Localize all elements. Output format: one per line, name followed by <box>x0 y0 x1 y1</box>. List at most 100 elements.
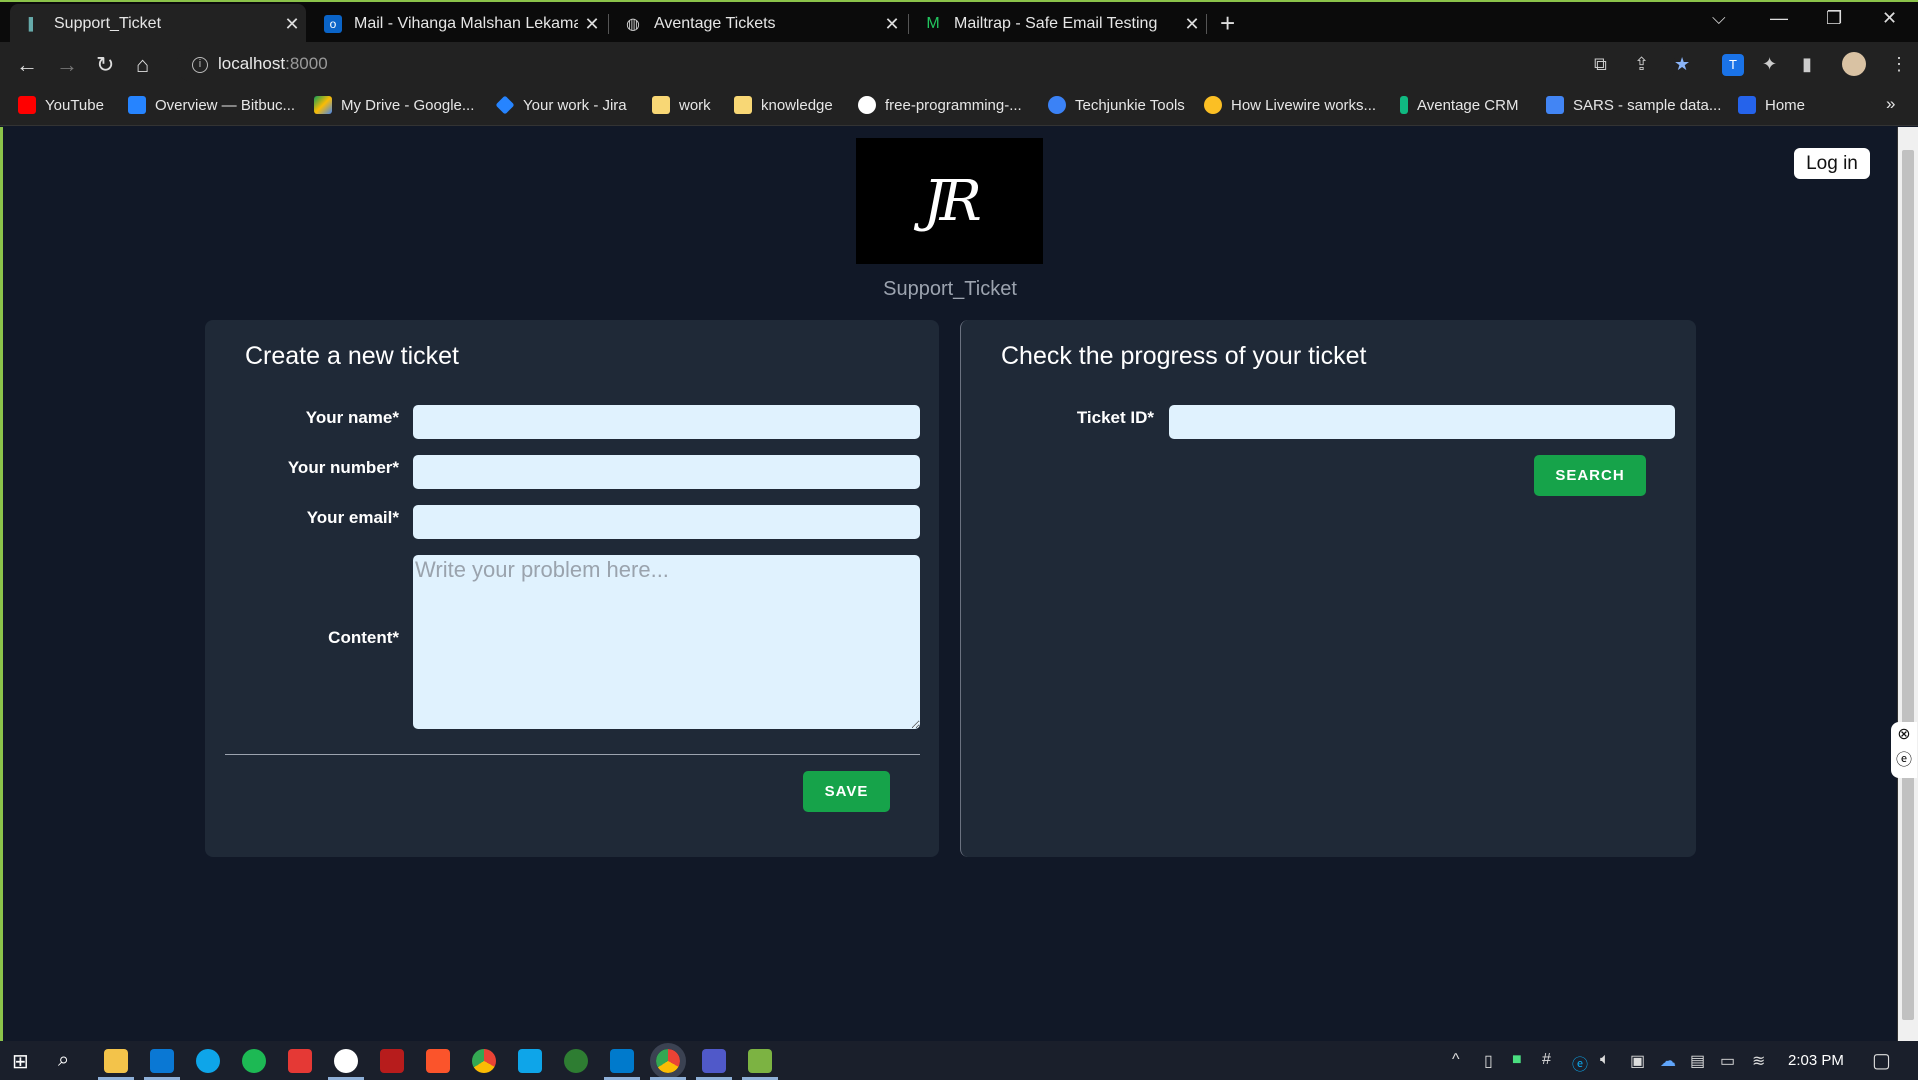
notepad-plus-icon[interactable] <box>748 1049 772 1073</box>
tab-aventage-tickets[interactable]: ◍ Aventage Tickets ✕ <box>610 4 906 44</box>
bookmark-livewire[interactable]: How Livewire works... <box>1204 96 1376 114</box>
extension-translate-icon[interactable]: T <box>1722 54 1744 76</box>
app-blue-icon[interactable] <box>518 1049 542 1073</box>
edge-e-icon[interactable]: ⓔ <box>1891 748 1917 774</box>
ticket-id-label: Ticket ID* <box>1076 408 1154 427</box>
teams-icon[interactable] <box>702 1049 726 1073</box>
display-icon[interactable]: ▤ <box>1690 1051 1705 1071</box>
bookmark-jira[interactable]: Your work - Jira <box>495 95 627 115</box>
tab-mail[interactable]: o Mail - Vihanga Malshan Lekamal ✕ <box>310 4 606 44</box>
bookmark-sars[interactable]: SARS - sample data... <box>1546 96 1721 114</box>
battery-icon[interactable]: ▭ <box>1720 1051 1735 1071</box>
login-button[interactable]: Log in <box>1794 148 1870 179</box>
chrome-active-icon[interactable] <box>650 1043 686 1079</box>
tray-chevron-up-icon[interactable]: ^ <box>1452 1051 1460 1069</box>
tray-app-icon[interactable]: ■ <box>1512 1051 1522 1069</box>
close-icon[interactable]: ✕ <box>578 14 606 35</box>
onedrive-icon[interactable]: ☁ <box>1660 1051 1676 1071</box>
home-icon[interactable]: ⌂ <box>136 52 149 78</box>
edge-tray-icon[interactable]: ⓔ <box>1572 1051 1588 1075</box>
close-circle-icon[interactable]: ⊗ <box>1891 722 1917 748</box>
side-panel-icon[interactable]: ▮ <box>1802 54 1812 75</box>
save-button[interactable]: SAVE <box>803 771 890 812</box>
outlook-icon: o <box>324 15 342 33</box>
wifi-icon[interactable]: ≋ <box>1752 1051 1765 1071</box>
content-textarea[interactable] <box>413 555 920 729</box>
spotify-icon[interactable] <box>242 1049 266 1073</box>
folder-icon <box>652 96 670 114</box>
search-button[interactable]: SEARCH <box>1534 455 1646 496</box>
chrome-icon[interactable] <box>472 1049 496 1073</box>
slack-tray-icon[interactable]: # <box>1542 1051 1551 1069</box>
new-tab-icon[interactable]: + <box>1220 8 1235 39</box>
open-external-icon[interactable]: ⧉ <box>1594 54 1607 75</box>
heidisql-icon[interactable] <box>564 1049 588 1073</box>
volume-icon[interactable]: 🔈︎ <box>1600 1051 1610 1069</box>
vscode-icon[interactable] <box>610 1049 634 1073</box>
youtube-icon <box>18 96 36 114</box>
content-label: Content* <box>328 628 399 647</box>
forward-arrow-icon[interactable]: → <box>56 52 78 78</box>
meet-now-icon[interactable]: ▣ <box>1630 1051 1645 1071</box>
usb-icon[interactable]: ▯ <box>1484 1051 1493 1071</box>
tab-label: Mail - Vihanga Malshan Lekamal <box>354 15 578 32</box>
tab-label: Aventage Tickets <box>654 15 776 32</box>
bookmark-home[interactable]: Home <box>1738 96 1805 114</box>
bookmark-folder-work[interactable]: work <box>652 96 711 114</box>
bookmark-github[interactable]: free-programming-... <box>858 96 1022 114</box>
brave-icon[interactable] <box>426 1049 450 1073</box>
back-arrow-icon[interactable]: ← <box>16 52 38 78</box>
minimize-icon[interactable]: — <box>1770 8 1788 29</box>
close-icon[interactable]: ✕ <box>278 14 306 35</box>
name-input[interactable] <box>413 405 920 439</box>
omnibox[interactable] <box>176 48 1676 82</box>
tab-search-chevron-icon[interactable]: ⌵ <box>1712 8 1726 29</box>
home-bookmark-icon <box>1738 96 1756 114</box>
bookmark-techjunkie[interactable]: Techjunkie Tools <box>1048 96 1185 114</box>
close-icon[interactable]: ✕ <box>1178 14 1206 35</box>
edge-browser-icon[interactable] <box>196 1049 220 1073</box>
ticket-id-input[interactable] <box>1169 405 1675 439</box>
more-bookmarks-icon[interactable]: » <box>1886 94 1895 114</box>
bookmark-aventage-crm[interactable]: Aventage CRM <box>1400 96 1518 114</box>
anydesk-icon[interactable] <box>288 1049 312 1073</box>
number-input[interactable] <box>413 455 920 489</box>
slack-icon[interactable] <box>334 1049 358 1073</box>
bookmark-star-icon[interactable]: ★ <box>1674 54 1690 75</box>
filezilla-icon[interactable] <box>380 1049 404 1073</box>
browser-tab-bar: ▌ Support_Ticket ✕ o Mail - Vihanga Mals… <box>0 0 1918 44</box>
bookmark-label: How Livewire works... <box>1231 96 1377 114</box>
restore-icon[interactable]: ❐ <box>1826 8 1842 29</box>
taskbar-clock[interactable]: 2:03 PM <box>1788 1052 1844 1069</box>
bookmark-folder-knowledge[interactable]: knowledge <box>734 96 833 114</box>
mail-app-icon[interactable] <box>150 1049 174 1073</box>
email-input[interactable] <box>413 505 920 539</box>
reload-icon[interactable]: ↻ <box>96 52 114 78</box>
bookmark-bitbucket[interactable]: Overview — Bitbuc... <box>128 96 295 114</box>
window-close-icon[interactable]: ✕ <box>1882 8 1897 29</box>
bookmark-label: Overview — Bitbuc... <box>155 96 296 114</box>
bookmark-youtube[interactable]: YouTube <box>18 96 104 114</box>
file-explorer-icon[interactable] <box>104 1049 128 1073</box>
close-icon[interactable]: ✕ <box>878 14 906 35</box>
bookmark-google-drive[interactable]: My Drive - Google... <box>314 96 474 114</box>
profile-avatar[interactable] <box>1842 52 1866 76</box>
sunglasses-emoji-icon <box>1204 96 1222 114</box>
windows-start-icon[interactable]: ⊞ <box>12 1049 36 1073</box>
share-icon[interactable]: ⇪ <box>1634 54 1649 75</box>
bookmark-label: Your work - Jira <box>523 96 627 114</box>
menu-kebab-icon[interactable]: ⋮ <box>1890 54 1908 75</box>
notifications-icon[interactable]: ▢ <box>1872 1048 1891 1073</box>
url-text[interactable]: localhost:8000 <box>218 54 328 74</box>
search-icon[interactable]: ⌕ <box>58 1049 82 1073</box>
extensions-puzzle-icon[interactable]: ✦ <box>1762 54 1777 75</box>
tab-mailtrap[interactable]: M Mailtrap - Safe Email Testing ✕ <box>910 4 1206 44</box>
create-ticket-title: Create a new ticket <box>245 342 459 370</box>
side-widget[interactable]: ⊗ ⓔ <box>1891 722 1917 778</box>
google-docs-icon <box>1546 96 1564 114</box>
folder-icon <box>734 96 752 114</box>
tab-support-ticket[interactable]: ▌ Support_Ticket ✕ <box>10 4 306 44</box>
scrollbar-thumb[interactable] <box>1902 150 1914 1020</box>
techjunkie-icon <box>1048 96 1066 114</box>
site-info-icon[interactable]: i <box>192 57 208 73</box>
